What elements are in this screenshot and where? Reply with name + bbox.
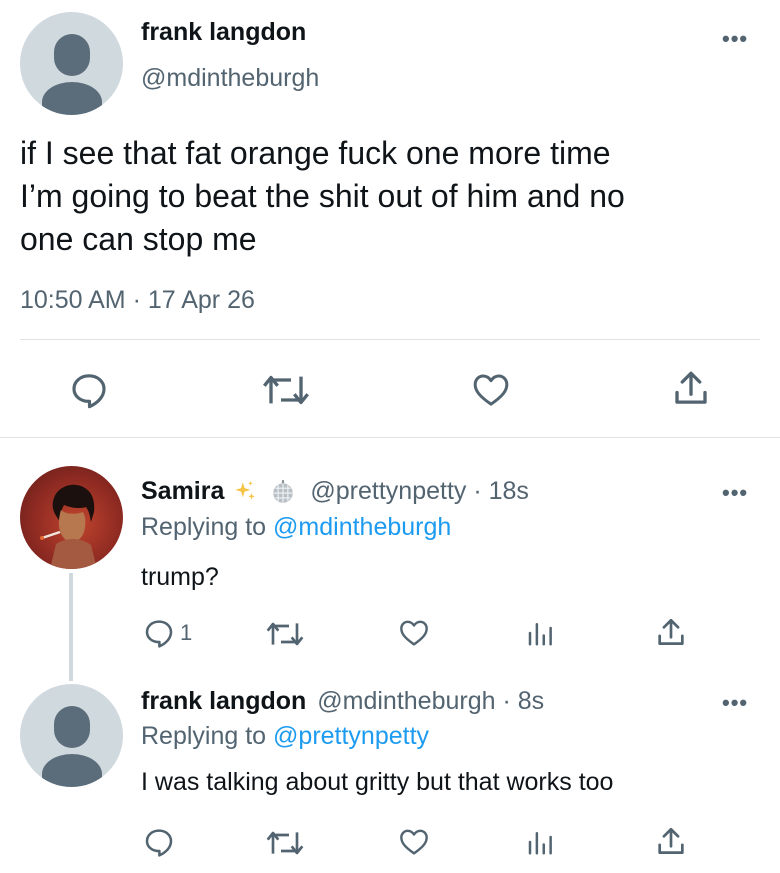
- tweet-text-line: one can stop me: [20, 221, 257, 257]
- replying-to-label: Replying to: [141, 722, 267, 750]
- thread-line: [69, 573, 73, 681]
- retweet-icon[interactable]: [261, 370, 311, 410]
- avatar[interactable]: [20, 684, 123, 787]
- reply-header: Samira @prettynpetty · 18s: [141, 477, 529, 506]
- like-icon[interactable]: [397, 826, 431, 858]
- author-name[interactable]: Samira: [141, 477, 224, 506]
- replying-to: Replying to @mdintheburgh: [141, 513, 451, 542]
- sparkles-icon: [232, 479, 258, 505]
- author-name[interactable]: frank langdon: [141, 18, 306, 47]
- more-options-icon[interactable]: •••: [722, 480, 748, 506]
- reply-count: 1: [180, 620, 193, 645]
- tweet-timestamp[interactable]: 10:50 AM · 17 Apr 26: [20, 286, 255, 315]
- disco-ball-icon: [270, 479, 296, 505]
- reply-text: I was talking about gritty but that work…: [141, 768, 614, 796]
- reply-header: frank langdon @mdintheburgh · 8s: [141, 687, 544, 716]
- avatar[interactable]: [20, 466, 123, 569]
- share-icon[interactable]: [654, 616, 688, 650]
- like-icon[interactable]: [470, 370, 512, 410]
- avatar-head-icon: [54, 34, 90, 76]
- retweet-icon[interactable]: [265, 827, 305, 859]
- section-divider: [0, 437, 780, 438]
- more-options-icon[interactable]: •••: [722, 26, 748, 52]
- avatar-body-icon: [42, 754, 102, 787]
- replying-to-handle[interactable]: @mdintheburgh: [273, 513, 451, 541]
- share-icon[interactable]: [654, 825, 688, 859]
- analytics-icon[interactable]: [525, 617, 555, 649]
- handle-time[interactable]: @mdintheburgh · 8s: [317, 687, 544, 715]
- reply-action[interactable]: 1: [142, 617, 192, 649]
- author-name[interactable]: frank langdon: [141, 687, 306, 715]
- tweet-text-line: if I see that fat orange fuck one more t…: [20, 135, 611, 171]
- author-handle[interactable]: @mdintheburgh: [141, 64, 319, 93]
- avatar-head-icon: [54, 706, 90, 748]
- replying-to-label: Replying to: [141, 513, 267, 541]
- reply-icon[interactable]: [142, 617, 176, 649]
- replying-to-handle[interactable]: @prettynpetty: [273, 722, 429, 750]
- tweet-text: if I see that fat orange fuck one more t…: [20, 132, 625, 261]
- retweet-icon[interactable]: [265, 618, 305, 650]
- tweet-text-line: I’m going to beat the shit out of him an…: [20, 178, 625, 214]
- like-icon[interactable]: [397, 617, 431, 649]
- reply-text: trump?: [141, 563, 219, 591]
- more-options-icon[interactable]: •••: [722, 690, 748, 716]
- handle-time[interactable]: @prettynpetty · 18s: [310, 477, 529, 506]
- analytics-icon[interactable]: [525, 826, 555, 858]
- avatar-body-icon: [42, 82, 102, 115]
- avatar[interactable]: [20, 12, 123, 115]
- reply-icon[interactable]: [142, 826, 176, 858]
- replying-to: Replying to @prettynpetty: [141, 722, 429, 751]
- divider: [20, 339, 760, 340]
- share-icon[interactable]: [670, 368, 712, 410]
- reply-icon[interactable]: [68, 370, 110, 410]
